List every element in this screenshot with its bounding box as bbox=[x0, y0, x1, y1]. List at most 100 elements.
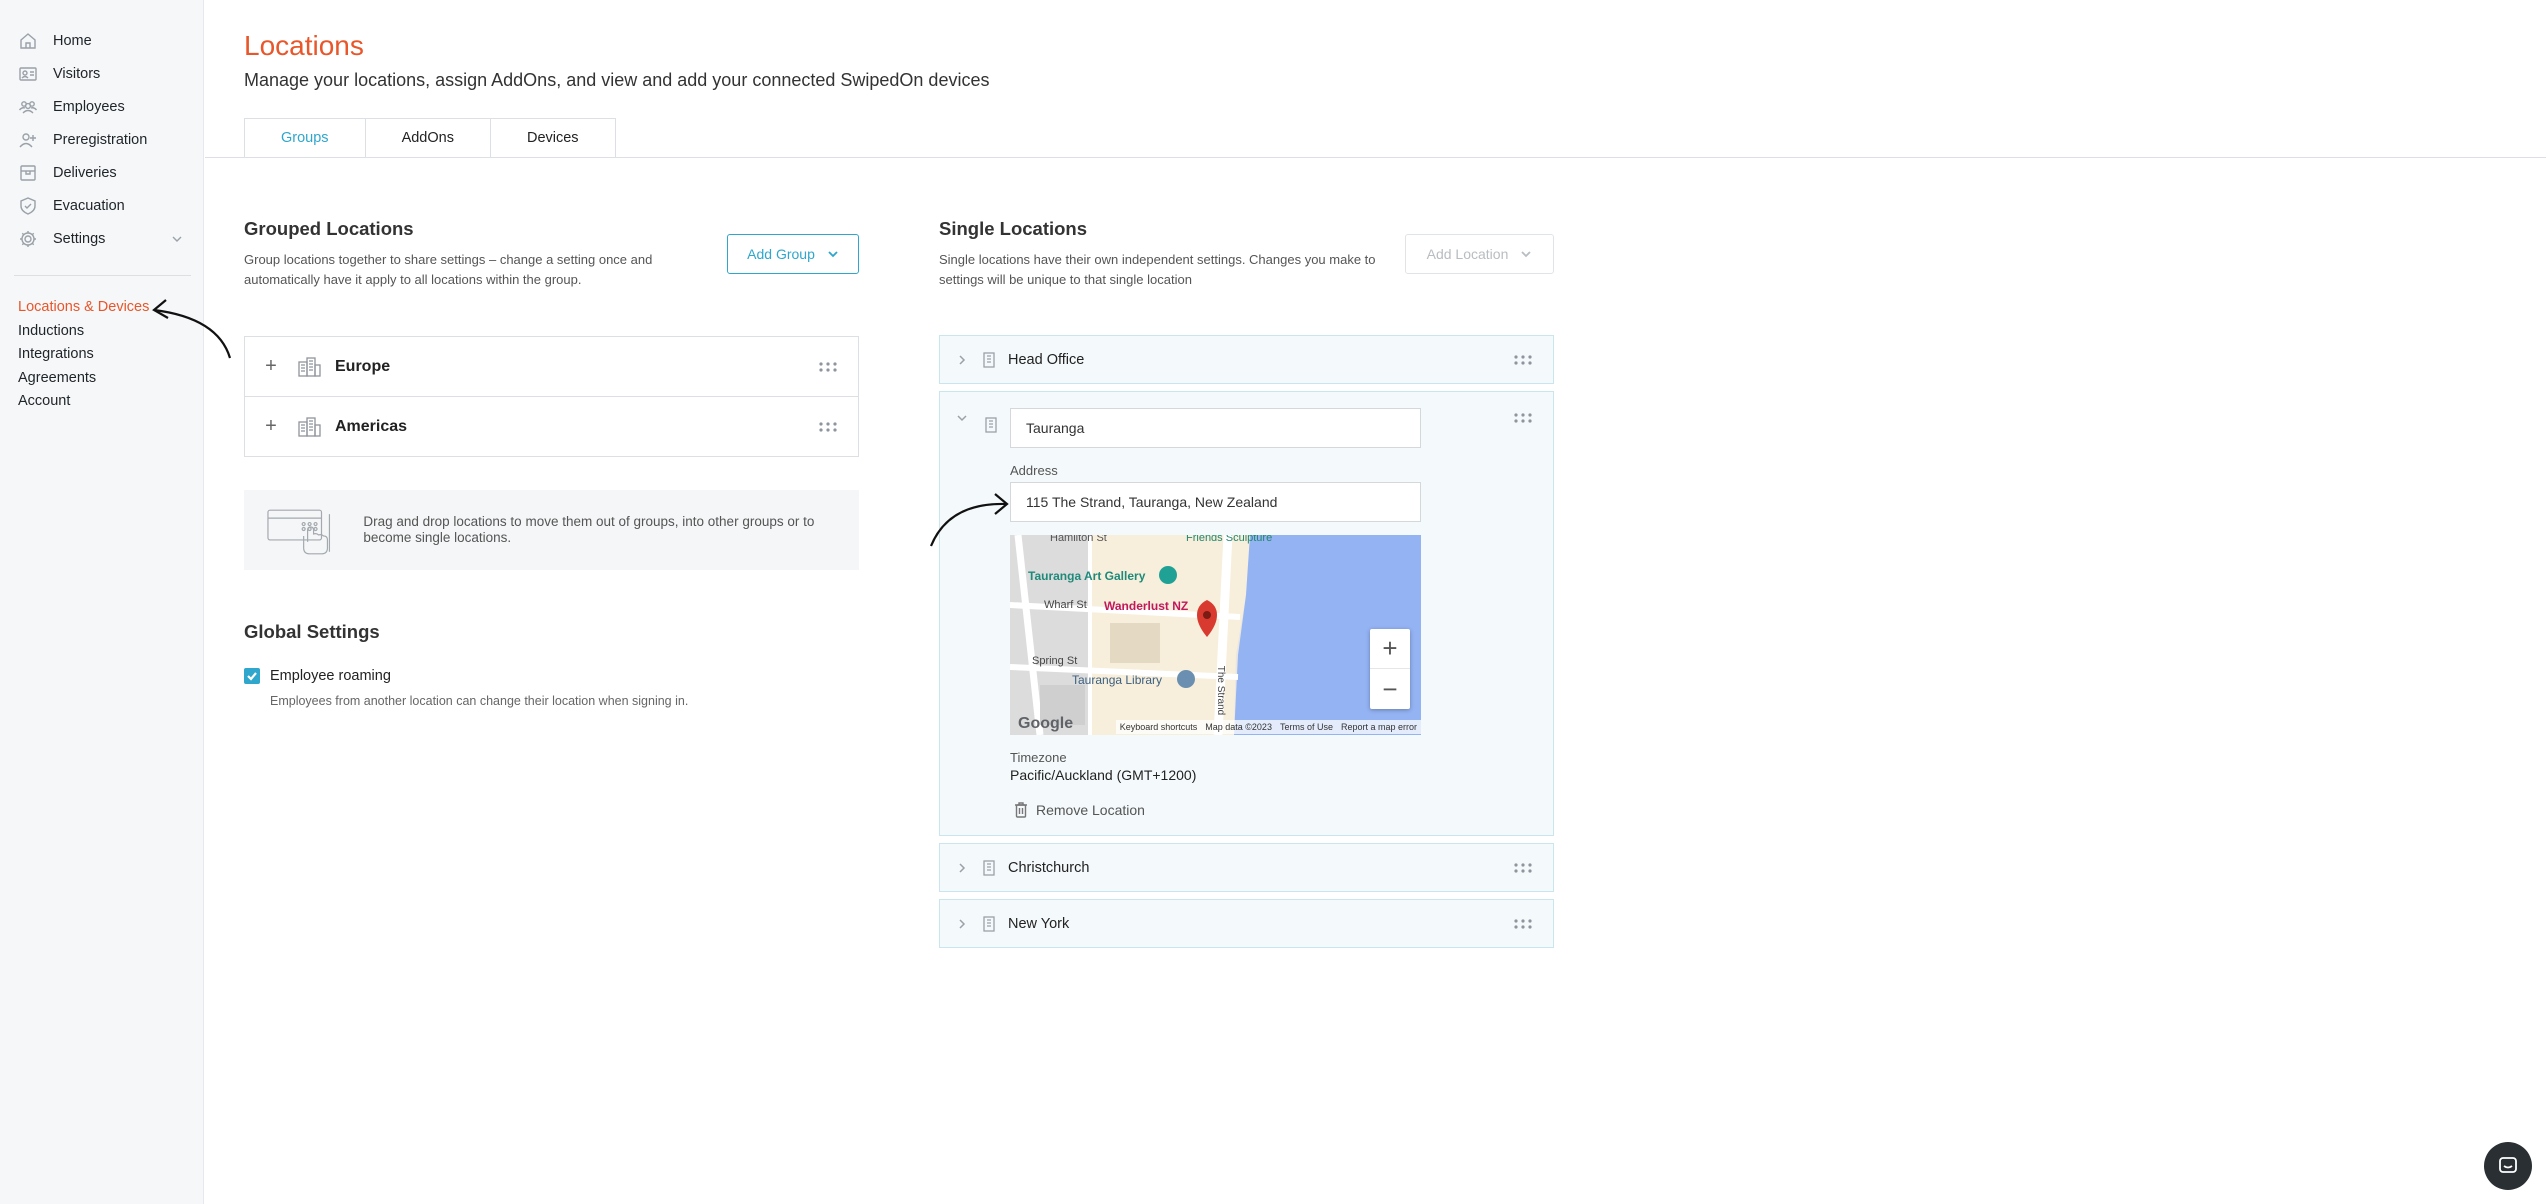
building-icon bbox=[983, 859, 995, 876]
map-keyboard-shortcuts[interactable]: Keyboard shortcuts bbox=[1115, 720, 1202, 734]
home-icon bbox=[20, 32, 36, 49]
user-plus-icon bbox=[19, 132, 36, 147]
sidebar-item-label: Evacuation bbox=[53, 197, 125, 214]
drag-handle-icon[interactable] bbox=[818, 361, 838, 373]
tab-groups[interactable]: Groups bbox=[244, 118, 365, 158]
chat-icon bbox=[2499, 1157, 2517, 1173]
location-name-input[interactable]: Tauranga bbox=[1010, 408, 1421, 448]
map-zoom-out-button[interactable]: − bbox=[1370, 669, 1410, 709]
tab-devices[interactable]: Devices bbox=[489, 118, 616, 158]
timezone-value[interactable]: Pacific/Auckland (GMT+1200) bbox=[1010, 767, 1196, 783]
global-settings-title: Global Settings bbox=[244, 621, 380, 642]
expand-plus-icon[interactable]: + bbox=[261, 415, 281, 438]
chevron-down-icon[interactable] bbox=[956, 412, 968, 424]
trash-icon bbox=[1015, 802, 1027, 818]
drag-handle-icon[interactable] bbox=[1513, 354, 1533, 366]
sidebar-item-settings[interactable]: Settings bbox=[0, 222, 203, 255]
main-content: Locations Manage your locations, assign … bbox=[205, 0, 2546, 1204]
sidebar-item-label: Home bbox=[53, 32, 92, 49]
map-label-library: Tauranga Library bbox=[1072, 673, 1163, 687]
page-title: Locations bbox=[244, 30, 364, 61]
map-zoom-controls: + − bbox=[1370, 629, 1410, 709]
add-location-label: Add Location bbox=[1426, 246, 1509, 262]
map-data-credit: Map data ©2023 bbox=[1201, 720, 1276, 734]
chat-launcher-button[interactable] bbox=[2484, 1142, 2532, 1190]
location-panel-tauranga: Tauranga Address 115 The Strand, Taurang… bbox=[939, 391, 1554, 836]
box-icon bbox=[20, 164, 36, 181]
drag-drop-hint-text: Drag and drop locations to move them out… bbox=[363, 514, 815, 545]
tab-bar: Groups AddOns Devices bbox=[244, 118, 616, 158]
annotation-arrow-address bbox=[929, 493, 1009, 547]
location-name: New York bbox=[1008, 915, 1070, 932]
remove-location-label: Remove Location bbox=[1036, 802, 1145, 818]
people-icon bbox=[18, 100, 38, 114]
add-group-button[interactable]: Add Group bbox=[727, 234, 859, 274]
chevron-down-icon[interactable] bbox=[171, 233, 183, 245]
map-zoom-in-button[interactable]: + bbox=[1370, 629, 1410, 669]
chevron-right-icon[interactable] bbox=[956, 918, 968, 930]
location-map[interactable]: Hamilton St Friends Sculpture Tauranga A… bbox=[1010, 535, 1421, 735]
sidebar-item-visitors[interactable]: Visitors bbox=[0, 57, 203, 90]
drag-handle-icon[interactable] bbox=[1513, 412, 1533, 424]
remove-location-button[interactable]: Remove Location bbox=[1010, 802, 1145, 818]
building-icon bbox=[985, 417, 997, 433]
subnav-item-agreements[interactable]: Agreements bbox=[18, 367, 203, 391]
building-icon bbox=[983, 351, 995, 368]
group-name: Americas bbox=[335, 417, 408, 435]
expand-plus-icon[interactable]: + bbox=[261, 355, 281, 378]
page-subtitle: Manage your locations, assign AddOns, an… bbox=[244, 70, 990, 90]
single-locations-title: Single Locations bbox=[939, 218, 1088, 239]
tab-addons[interactable]: AddOns bbox=[364, 118, 490, 158]
address-label: Address bbox=[1010, 463, 1058, 478]
add-location-button[interactable]: Add Location bbox=[1405, 234, 1554, 274]
sidebar-item-label: Settings bbox=[53, 230, 106, 247]
group-row-europe[interactable]: + Europe bbox=[244, 336, 859, 397]
chevron-down-icon bbox=[828, 251, 838, 258]
map-label-hamilton: Hamilton St bbox=[1050, 535, 1107, 544]
map-report-error-link[interactable]: Report a map error bbox=[1336, 720, 1421, 734]
address-input[interactable]: 115 The Strand, Tauranga, New Zealand bbox=[1010, 482, 1421, 522]
checkmark-icon bbox=[247, 672, 257, 681]
sidebar-divider bbox=[14, 275, 191, 276]
map-label-spring: Spring St bbox=[1032, 655, 1078, 667]
grouped-locations-description: Group locations together to share settin… bbox=[244, 252, 653, 287]
location-name: Christchurch bbox=[1008, 859, 1090, 876]
drag-drop-hand-icon bbox=[267, 509, 331, 555]
location-row-new-york[interactable]: New York bbox=[939, 899, 1554, 948]
sidebar-item-home[interactable]: Home bbox=[0, 24, 203, 57]
buildings-icon bbox=[298, 416, 321, 437]
sidebar-item-evacuation[interactable]: Evacuation bbox=[0, 189, 203, 222]
sidebar-item-label: Employees bbox=[53, 98, 125, 115]
shield-icon bbox=[20, 196, 36, 215]
group-row-americas[interactable]: + Americas bbox=[244, 396, 859, 457]
employee-roaming-row: Employee roaming bbox=[244, 668, 391, 684]
sidebar-item-label: Deliveries bbox=[53, 164, 117, 181]
drag-handle-icon[interactable] bbox=[1513, 862, 1533, 874]
chevron-right-icon[interactable] bbox=[956, 354, 968, 366]
timezone-label: Timezone bbox=[1010, 750, 1067, 765]
sidebar-item-preregistration[interactable]: Preregistration bbox=[0, 123, 203, 156]
location-row-head-office[interactable]: Head Office bbox=[939, 335, 1554, 384]
location-row-christchurch[interactable]: Christchurch bbox=[939, 843, 1554, 892]
map-terms-link[interactable]: Terms of Use bbox=[1275, 720, 1337, 734]
sidebar-item-deliveries[interactable]: Deliveries bbox=[0, 156, 203, 189]
drag-handle-icon[interactable] bbox=[818, 421, 838, 433]
add-group-label: Add Group bbox=[747, 246, 815, 262]
employee-roaming-checkbox[interactable] bbox=[244, 668, 260, 684]
single-locations-description: Single locations have their own independ… bbox=[939, 252, 1376, 287]
chevron-right-icon[interactable] bbox=[956, 862, 968, 874]
sidebar-item-employees[interactable]: Employees bbox=[0, 90, 203, 123]
map-footer: Keyboard shortcuts Map data ©2023 Terms … bbox=[1010, 719, 1421, 735]
sidebar-nav: Home Visitors Employees Preregistration … bbox=[0, 0, 203, 255]
employee-roaming-description: Employees from another location can chan… bbox=[270, 694, 689, 708]
building-icon bbox=[983, 915, 995, 932]
map-label-gallery: Tauranga Art Gallery bbox=[1028, 569, 1146, 583]
map-label-wharf: Wharf St bbox=[1044, 599, 1087, 611]
drag-handle-icon[interactable] bbox=[1513, 918, 1533, 930]
map-label-wanderlust: Wanderlust NZ bbox=[1104, 599, 1189, 613]
tabs-divider bbox=[205, 157, 2546, 158]
subnav-item-account[interactable]: Account bbox=[18, 390, 203, 414]
map-label-friends: Friends Sculpture bbox=[1186, 535, 1273, 544]
visitor-card-icon bbox=[19, 66, 37, 81]
drag-drop-hint: Drag and drop locations to move them out… bbox=[244, 490, 859, 570]
